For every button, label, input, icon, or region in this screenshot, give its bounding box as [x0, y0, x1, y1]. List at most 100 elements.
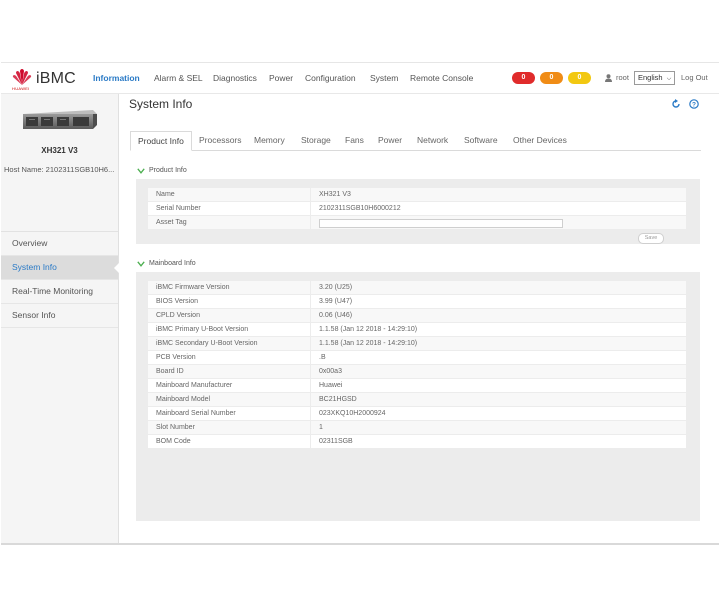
- nav-remote-console[interactable]: Remote Console: [410, 73, 473, 83]
- row-value: 1.1.58 (Jan 12 2018 - 14:29:10): [310, 336, 687, 351]
- critical-alarm-badge[interactable]: 0: [512, 72, 535, 84]
- row-label: Asset Tag: [147, 215, 311, 230]
- row-value: 3.99 (U47): [310, 294, 687, 309]
- sidebar-menu: Overview System Info Real-Time Monitorin…: [1, 231, 119, 328]
- nav-alarm-sel[interactable]: Alarm & SEL: [154, 73, 203, 83]
- table-row: Name XH321 V3: [147, 187, 687, 202]
- table-row: Mainboard Serial Number 023XKQ10H2000924: [147, 406, 687, 421]
- row-label: Board ID: [147, 364, 311, 379]
- nav-diagnostics[interactable]: Diagnostics: [213, 73, 257, 83]
- user-name: root: [616, 73, 629, 82]
- mainboard-info-title: Mainboard Info: [149, 260, 196, 267]
- server-model: XH321 V3: [41, 146, 78, 155]
- table-row: BOM Code 02311SGB: [147, 434, 687, 449]
- sidebar-item-system-info[interactable]: System Info: [1, 256, 119, 280]
- app-brand: iBMC: [36, 70, 76, 87]
- mainboard-info-panel: iBMC Firmware Version 3.20 (U25) BIOS Vers…: [136, 272, 700, 521]
- row-value: [310, 215, 687, 230]
- row-value: 02311SGB: [310, 434, 687, 449]
- tab-bar: Product Info Processors Memory Storage F…: [130, 131, 701, 151]
- vendor-name: HUAWEI: [12, 86, 30, 91]
- row-label: iBMC Firmware Version: [147, 280, 311, 295]
- language-select[interactable]: English ⌵: [634, 71, 676, 85]
- table-row: Mainboard Model BC21HGSD: [147, 392, 687, 407]
- row-label: Mainboard Model: [147, 392, 311, 407]
- tab-network[interactable]: Network: [417, 131, 448, 149]
- row-label: Mainboard Manufacturer: [147, 378, 311, 393]
- table-row: Asset Tag: [147, 215, 687, 230]
- refresh-icon[interactable]: [671, 99, 681, 109]
- row-value: 023XKQ10H2000924: [310, 406, 687, 421]
- page-title: System Info: [129, 97, 193, 111]
- product-info-title: Product Info: [149, 167, 187, 174]
- mainboard-info-table: iBMC Firmware Version 3.20 (U25) BIOS Vers…: [147, 280, 687, 449]
- sidebar-item-sensor-info[interactable]: Sensor Info: [1, 304, 118, 328]
- row-label: iBMC Primary U-Boot Version: [147, 322, 311, 337]
- user-icon: [605, 73, 612, 82]
- table-row: PCB Version .B: [147, 350, 687, 365]
- tab-product-info[interactable]: Product Info: [130, 131, 192, 151]
- current-user[interactable]: root: [605, 73, 629, 82]
- row-value: Huawei: [310, 378, 687, 393]
- row-value: XH321 V3: [310, 187, 687, 202]
- nav-system[interactable]: System: [370, 73, 398, 83]
- top-nav-bar: iBMC HUAWEI Information Alarm & SEL Diag…: [1, 63, 719, 94]
- row-value: 0.06 (U46): [310, 308, 687, 323]
- table-row: iBMC Firmware Version 3.20 (U25): [147, 280, 687, 295]
- row-label: PCB Version: [147, 350, 311, 365]
- row-label: Slot Number: [147, 420, 311, 435]
- table-row: iBMC Primary U-Boot Version 1.1.58 (Jan 1…: [147, 322, 687, 337]
- row-value: BC21HGSD: [310, 392, 687, 407]
- tab-other-devices[interactable]: Other Devices: [513, 131, 567, 149]
- row-label: Serial Number: [147, 201, 311, 216]
- row-label: BOM Code: [147, 434, 311, 449]
- table-row: Board ID 0x00a3: [147, 364, 687, 379]
- row-label: Mainboard Serial Number: [147, 406, 311, 421]
- row-value: 1: [310, 420, 687, 435]
- svg-text:?: ?: [692, 102, 696, 109]
- tab-memory[interactable]: Memory: [254, 131, 285, 149]
- sidebar: XH321 V3 Host Name: 2102311SGB10H6... Ov…: [1, 94, 119, 543]
- table-row: Mainboard Manufacturer Huawei: [147, 378, 687, 393]
- sidebar-item-overview[interactable]: Overview: [1, 232, 118, 256]
- tab-processors[interactable]: Processors: [199, 131, 242, 149]
- row-value: .B: [310, 350, 687, 365]
- mainboard-info-header[interactable]: Mainboard Info: [137, 260, 196, 267]
- chevron-down-icon: ⌵: [666, 76, 672, 82]
- major-alarm-badge[interactable]: 0: [540, 72, 563, 84]
- browser-viewport: iBMC HUAWEI Information Alarm & SEL Diag…: [1, 62, 719, 545]
- row-label: CPLD Version: [147, 308, 311, 323]
- minor-alarm-badge[interactable]: 0: [568, 72, 591, 84]
- main-content: System Info ? Product Info Processors Me…: [119, 94, 719, 543]
- table-row: BIOS Version 3.99 (U47): [147, 294, 687, 309]
- table-row: Slot Number 1: [147, 420, 687, 435]
- huawei-logo-icon: [12, 69, 32, 85]
- language-value: English: [638, 73, 663, 82]
- row-value: 2102311SGB10H6000212: [310, 201, 687, 216]
- row-value: 0x00a3: [310, 364, 687, 379]
- server-image: [23, 110, 97, 129]
- nav-configuration[interactable]: Configuration: [305, 73, 356, 83]
- row-value: 1.1.58 (Jan 12 2018 - 14:29:10): [310, 322, 687, 337]
- tab-software[interactable]: Software: [464, 131, 498, 149]
- table-row: iBMC Secondary U-Boot Version 1.1.58 (Jan…: [147, 336, 687, 351]
- row-label: Name: [147, 187, 311, 202]
- sidebar-item-real-time-monitoring[interactable]: Real-Time Monitoring: [1, 280, 118, 304]
- product-info-table: Name XH321 V3 Serial Number 2102311SGB10…: [147, 187, 687, 230]
- table-row: Serial Number 2102311SGB10H6000212: [147, 201, 687, 216]
- tab-storage[interactable]: Storage: [301, 131, 331, 149]
- chevron-down-icon: [137, 260, 145, 267]
- tab-fans[interactable]: Fans: [345, 131, 364, 149]
- tab-power[interactable]: Power: [378, 131, 402, 149]
- logout-link[interactable]: Log Out: [681, 73, 708, 82]
- nav-power[interactable]: Power: [269, 73, 293, 83]
- table-row: CPLD Version 0.06 (U46): [147, 308, 687, 323]
- product-info-header[interactable]: Product Info: [137, 167, 187, 174]
- help-icon[interactable]: ?: [689, 99, 699, 109]
- row-label: iBMC Secondary U-Boot Version: [147, 336, 311, 351]
- nav-information[interactable]: Information: [93, 73, 140, 83]
- asset-tag-input[interactable]: [319, 218, 563, 228]
- chevron-down-icon: [137, 167, 145, 174]
- ibmc-logo[interactable]: iBMC HUAWEI: [11, 68, 76, 91]
- save-button[interactable]: Save: [638, 233, 664, 244]
